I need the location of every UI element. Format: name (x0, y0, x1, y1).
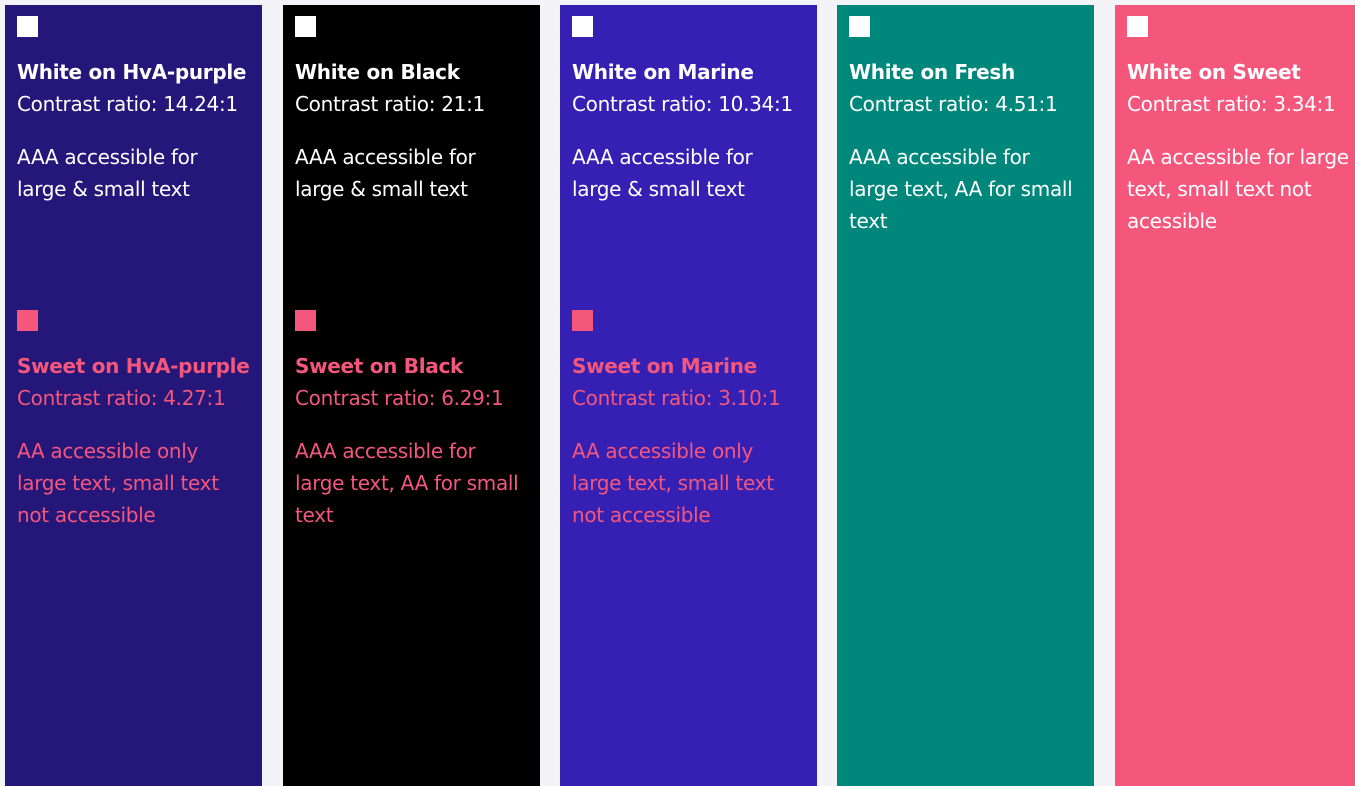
contrast-block-sweet-on-black: Sweet on Black Contrast ratio: 6.29:1 AA… (295, 310, 529, 604)
accessibility-description: AA accessible only large text, small tex… (17, 439, 219, 527)
white-swatch (295, 16, 316, 37)
accessibility-description: AA accessible for large text, small text… (1127, 145, 1349, 233)
sweet-swatch (17, 310, 38, 331)
accessibility-description: AAA accessible for large text, AA for sm… (295, 439, 519, 527)
accessibility-description: AAA accessible for large text, AA for sm… (849, 145, 1073, 233)
white-swatch (17, 16, 38, 37)
contrast-ratio: Contrast ratio: 4.51:1 (849, 92, 1058, 116)
contrast-ratio: Contrast ratio: 3.34:1 (1127, 92, 1336, 116)
white-swatch (572, 16, 593, 37)
sweet-swatch (572, 310, 593, 331)
contrast-block-white-on-black: White on Black Contrast ratio: 21:1 AAA … (295, 16, 529, 310)
panel-fresh: White on Fresh Contrast ratio: 4.51:1 AA… (837, 5, 1094, 786)
panel-sweet: White on Sweet Contrast ratio: 3.34:1 AA… (1115, 5, 1355, 786)
contrast-title: Sweet on Marine (572, 354, 757, 378)
contrast-block-white-on-hva-purple: White on HvA-purple Contrast ratio: 14.2… (17, 16, 251, 310)
contrast-block-white-on-marine: White on Marine Contrast ratio: 10.34:1 … (572, 16, 806, 310)
panel-hva-purple: White on HvA-purple Contrast ratio: 14.2… (5, 5, 262, 786)
contrast-title: White on Fresh (849, 60, 1015, 84)
contrast-title: White on Marine (572, 60, 754, 84)
accessibility-description: AAA accessible for large & small text (17, 145, 198, 201)
contrast-ratio: Contrast ratio: 4.27:1 (17, 386, 226, 410)
contrast-ratio: Contrast ratio: 6.29:1 (295, 386, 504, 410)
accessibility-description: AAA accessible for large & small text (572, 145, 753, 201)
contrast-block-sweet-on-hva-purple: Sweet on HvA-purple Contrast ratio: 4.27… (17, 310, 251, 604)
panel-black: White on Black Contrast ratio: 21:1 AAA … (283, 5, 540, 786)
contrast-block-sweet-on-marine: Sweet on Marine Contrast ratio: 3.10:1 A… (572, 310, 806, 604)
sweet-swatch (295, 310, 316, 331)
contrast-ratio: Contrast ratio: 10.34:1 (572, 92, 793, 116)
accessibility-description: AAA accessible for large & small text (295, 145, 476, 201)
contrast-ratio: Contrast ratio: 21:1 (295, 92, 485, 116)
panel-marine: White on Marine Contrast ratio: 10.34:1 … (560, 5, 817, 786)
contrast-title: White on Sweet (1127, 60, 1301, 84)
contrast-title: Sweet on HvA-purple (17, 354, 250, 378)
contrast-title: Sweet on Black (295, 354, 464, 378)
contrast-title: White on Black (295, 60, 460, 84)
contrast-block-white-on-fresh: White on Fresh Contrast ratio: 4.51:1 AA… (849, 16, 1083, 310)
contrast-ratio: Contrast ratio: 14.24:1 (17, 92, 238, 116)
contrast-block-white-on-sweet: White on Sweet Contrast ratio: 3.34:1 AA… (1127, 16, 1349, 310)
white-swatch (849, 16, 870, 37)
contrast-title: White on HvA-purple (17, 60, 247, 84)
white-swatch (1127, 16, 1148, 37)
contrast-ratio: Contrast ratio: 3.10:1 (572, 386, 781, 410)
accessibility-description: AA accessible only large text, small tex… (572, 439, 774, 527)
